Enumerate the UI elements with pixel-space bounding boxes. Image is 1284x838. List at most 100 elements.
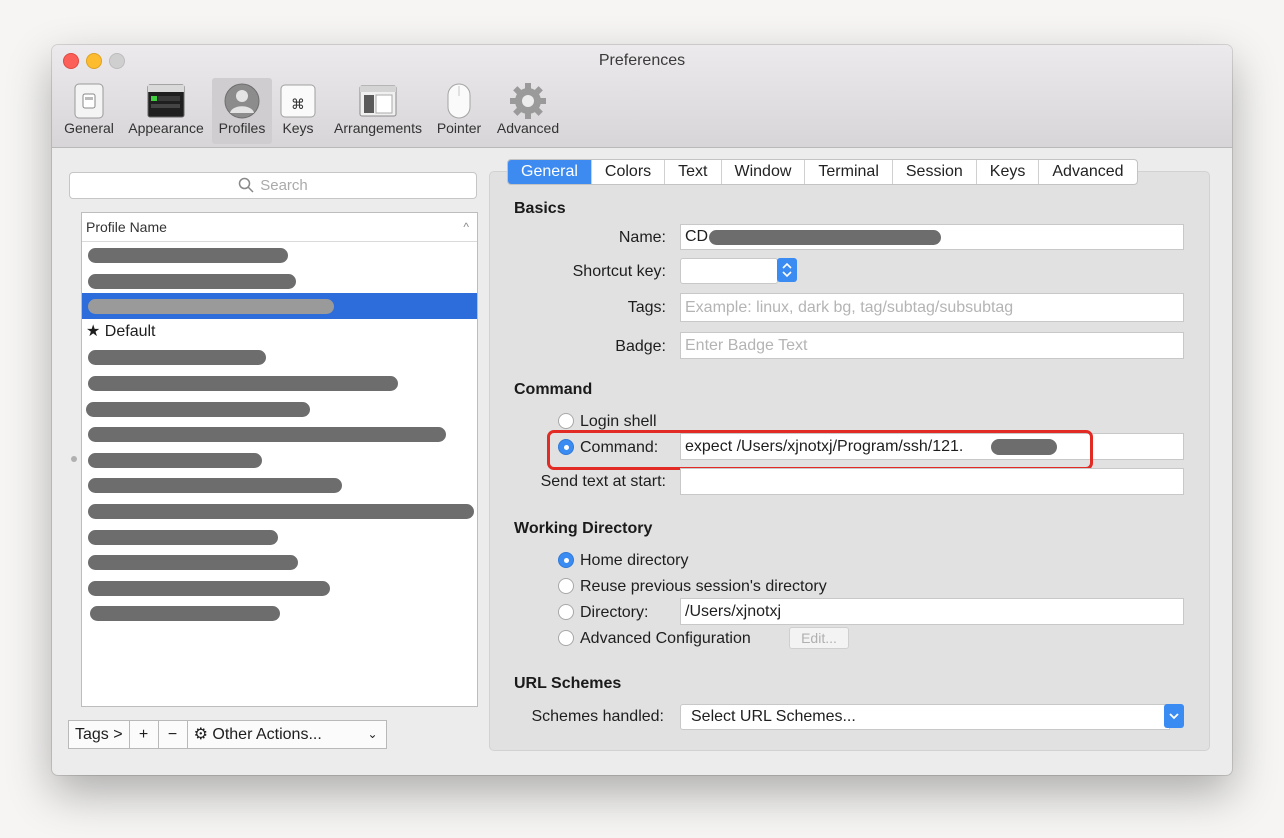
list-item[interactable] xyxy=(82,524,477,550)
url-schemes-heading: URL Schemes xyxy=(514,675,622,692)
shortcut-key-stepper[interactable] xyxy=(777,258,797,282)
toolbar-general-label: General xyxy=(64,120,114,136)
profile-list-header[interactable]: Profile Name ^ xyxy=(82,213,477,242)
arrangements-windows-icon xyxy=(359,85,397,117)
edit-button[interactable]: Edit... xyxy=(789,627,849,649)
list-item[interactable] xyxy=(82,575,477,601)
toolbar-arrangements[interactable]: Arrangements xyxy=(328,78,428,144)
redacted-text xyxy=(86,401,310,417)
drag-handle[interactable] xyxy=(71,456,77,462)
toolbar-general[interactable]: General xyxy=(60,78,118,144)
profiles-person-icon xyxy=(224,83,260,119)
login-shell-radio[interactable]: Login shell xyxy=(558,413,657,431)
redacted-text xyxy=(88,350,266,366)
schemes-handled-label: Schemes handled: xyxy=(531,708,664,725)
url-schemes-dropdown[interactable] xyxy=(1164,704,1184,728)
appearance-terminal-icon xyxy=(147,84,185,118)
redacted-text xyxy=(88,375,398,391)
list-item[interactable] xyxy=(82,370,477,396)
list-item[interactable] xyxy=(82,268,477,294)
redacted-text xyxy=(88,478,342,494)
tab-general[interactable]: General xyxy=(508,160,591,184)
redacted-text xyxy=(88,299,334,315)
toolbar-keys-label: Keys xyxy=(282,120,314,136)
directory-radio[interactable]: Directory: xyxy=(558,604,648,622)
send-text-field[interactable] xyxy=(680,468,1184,495)
list-item[interactable] xyxy=(82,498,477,524)
add-profile-button[interactable]: + xyxy=(128,720,159,749)
toolbar-keys[interactable]: ⌘ Keys xyxy=(278,78,318,144)
remove-profile-button[interactable]: − xyxy=(157,720,188,749)
preferences-window: Preferences General Appearance Profiles … xyxy=(52,45,1232,775)
window-title: Preferences xyxy=(598,52,686,69)
toolbar-profiles[interactable]: Profiles xyxy=(212,78,272,144)
profile-list[interactable]: Profile Name ^ ★ Default xyxy=(81,212,478,707)
toolbar-arrangements-label: Arrangements xyxy=(334,120,422,136)
list-item[interactable] xyxy=(82,549,477,575)
reuse-directory-radio[interactable]: Reuse previous session's directory xyxy=(558,578,827,596)
profile-tabs: General Colors Text Window Terminal Sess… xyxy=(507,159,1138,185)
toolbar-pointer[interactable]: Pointer xyxy=(432,78,486,144)
home-directory-radio[interactable]: Home directory xyxy=(558,552,688,570)
name-field[interactable]: CD xyxy=(680,224,1184,250)
profile-bottom-bar: Tags > + − ⚙ Other Actions... ⌄ xyxy=(68,720,387,749)
toolbar-appearance-label: Appearance xyxy=(128,120,204,136)
highlight-annotation xyxy=(547,430,1093,470)
tags-field[interactable]: Example: linux, dark bg, tag/subtag/subs… xyxy=(680,293,1184,322)
tab-text[interactable]: Text xyxy=(664,160,720,184)
list-item-default[interactable]: ★ Default xyxy=(82,319,477,345)
redacted-text xyxy=(88,555,298,571)
url-schemes-select[interactable]: Select URL Schemes... xyxy=(680,704,1170,730)
up-down-arrows-icon xyxy=(782,262,792,278)
working-directory-heading: Working Directory xyxy=(514,520,653,537)
keys-command-icon: ⌘ xyxy=(280,84,316,118)
radio-button[interactable] xyxy=(558,413,574,429)
profile-name-column-label: Profile Name xyxy=(86,219,167,235)
directory-field[interactable]: /Users/xjnotxj xyxy=(680,598,1184,625)
list-item[interactable] xyxy=(82,447,477,473)
redacted-text xyxy=(88,427,446,443)
tab-advanced[interactable]: Advanced xyxy=(1038,160,1136,184)
badge-field[interactable]: Enter Badge Text xyxy=(680,332,1184,359)
advanced-configuration-radio[interactable]: Advanced Configuration xyxy=(558,630,751,648)
redacted-text xyxy=(90,606,280,622)
advanced-configuration-label: Advanced Configuration xyxy=(580,630,751,647)
tab-keys[interactable]: Keys xyxy=(975,160,1039,184)
shortcut-key-label: Shortcut key: xyxy=(572,263,666,280)
name-label: Name: xyxy=(618,229,666,246)
advanced-gear-icon xyxy=(510,83,546,119)
chevron-down-icon: ⌄ xyxy=(367,727,378,741)
radio-button[interactable] xyxy=(558,578,574,594)
tab-session[interactable]: Session xyxy=(891,160,976,184)
shortcut-key-select[interactable] xyxy=(680,258,778,284)
other-actions-label: Other Actions... xyxy=(212,726,322,743)
toolbar-advanced[interactable]: Advanced xyxy=(492,78,564,144)
directory-radio-label: Directory: xyxy=(580,604,649,621)
tab-window[interactable]: Window xyxy=(720,160,805,184)
tab-terminal[interactable]: Terminal xyxy=(804,160,891,184)
list-item[interactable] xyxy=(82,396,477,422)
reuse-directory-label: Reuse previous session's directory xyxy=(580,578,827,595)
svg-text:⌘: ⌘ xyxy=(291,97,305,113)
tags-button[interactable]: Tags > xyxy=(68,720,130,749)
search-input[interactable]: Search xyxy=(69,172,477,199)
redacted-text xyxy=(88,452,262,468)
list-item[interactable] xyxy=(82,344,477,370)
toolbar-advanced-label: Advanced xyxy=(496,120,560,136)
toolbar-appearance[interactable]: Appearance xyxy=(124,78,208,144)
sort-chevron-icon: ^ xyxy=(463,220,469,234)
radio-button[interactable] xyxy=(558,630,574,646)
toolbar-profiles-label: Profiles xyxy=(218,120,266,136)
other-actions-menu[interactable]: ⚙ Other Actions... ⌄ xyxy=(186,720,387,749)
list-item[interactable] xyxy=(82,421,477,447)
tab-colors[interactable]: Colors xyxy=(590,160,664,184)
redacted-text xyxy=(709,230,941,245)
command-heading: Command xyxy=(514,381,593,398)
radio-button-selected[interactable] xyxy=(558,552,574,568)
list-item-selected[interactable] xyxy=(82,293,477,319)
list-item[interactable] xyxy=(82,242,477,268)
list-item[interactable] xyxy=(82,472,477,498)
list-item[interactable] xyxy=(82,600,477,626)
title-bar: Preferences General Appearance Profiles … xyxy=(52,45,1232,148)
radio-button[interactable] xyxy=(558,604,574,620)
